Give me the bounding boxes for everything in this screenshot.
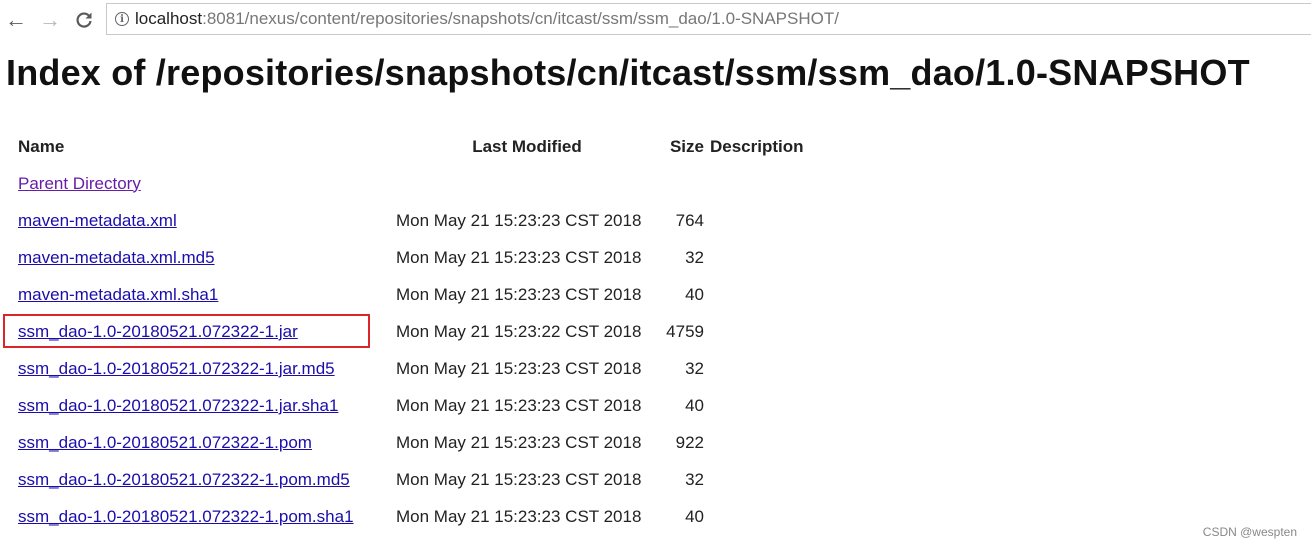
last-modified-cell: Mon May 21 15:23:23 CST 2018: [396, 432, 642, 452]
last-modified-cell: Mon May 21 15:23:23 CST 2018: [396, 469, 642, 489]
table-row: maven-metadata.xml.sha1 Mon May 21 15:23…: [18, 276, 804, 313]
arrow-left-icon[interactable]: ←: [2, 6, 30, 34]
info-icon[interactable]: i: [115, 12, 129, 26]
file-link-jar[interactable]: ssm_dao-1.0-20180521.072322-1.jar: [18, 322, 298, 341]
last-modified-cell: Mon May 21 15:23:23 CST 2018: [396, 506, 642, 526]
reload-icon[interactable]: [70, 6, 98, 34]
table-row: maven-metadata.xml.md5 Mon May 21 15:23:…: [18, 239, 804, 276]
last-modified-cell: Mon May 21 15:23:23 CST 2018: [396, 358, 642, 378]
table-row: ssm_dao-1.0-20180521.072322-1.pom.md5 Mo…: [18, 461, 804, 498]
last-modified-cell: Mon May 21 15:23:22 CST 2018: [396, 321, 642, 341]
table-row: ssm_dao-1.0-20180521.072322-1.jar.sha1 M…: [18, 387, 804, 424]
arrow-right-icon[interactable]: →: [36, 6, 64, 34]
file-link[interactable]: ssm_dao-1.0-20180521.072322-1.jar.sha1: [18, 396, 338, 415]
file-link[interactable]: ssm_dao-1.0-20180521.072322-1.pom: [18, 433, 312, 452]
address-bar[interactable]: i localhost:8081/nexus/content/repositor…: [106, 3, 1311, 35]
url-text: localhost:8081/nexus/content/repositorie…: [135, 9, 839, 29]
table-row: ssm_dao-1.0-20180521.072322-1.pom.sha1 M…: [18, 498, 804, 535]
size-cell: 922: [675, 432, 704, 452]
page-title: Index of /repositories/snapshots/cn/itca…: [6, 52, 1250, 93]
size-cell: 32: [685, 358, 704, 378]
file-link[interactable]: ssm_dao-1.0-20180521.072322-1.jar.md5: [18, 359, 335, 378]
url-host: localhost: [135, 9, 203, 28]
file-link[interactable]: maven-metadata.xml.sha1: [18, 285, 218, 304]
column-header-size: Size: [669, 136, 704, 156]
file-link[interactable]: maven-metadata.xml: [18, 211, 177, 230]
table-row-parent: Parent Directory: [18, 165, 804, 202]
column-header-last-modified: Last Modified: [472, 136, 582, 156]
watermark: CSDN @wespten: [1202, 525, 1297, 539]
file-link[interactable]: ssm_dao-1.0-20180521.072322-1.pom.sha1: [18, 507, 354, 526]
size-cell: 32: [685, 469, 704, 489]
table-row: ssm_dao-1.0-20180521.072322-1.pom Mon Ma…: [18, 424, 804, 461]
file-link[interactable]: maven-metadata.xml.md5: [18, 248, 215, 267]
size-cell: 40: [685, 506, 704, 526]
size-cell: 764: [675, 210, 704, 230]
parent-directory-link[interactable]: Parent Directory: [18, 174, 141, 193]
file-link[interactable]: ssm_dao-1.0-20180521.072322-1.pom.md5: [18, 470, 350, 489]
column-header-description: Description: [710, 136, 804, 156]
size-cell: 32: [685, 247, 704, 267]
table-header-row: Name Last Modified Size Description: [18, 128, 804, 165]
table-row: ssm_dao-1.0-20180521.072322-1.jar.md5 Mo…: [18, 350, 804, 387]
url-path: :8081/nexus/content/repositories/snapsho…: [202, 9, 839, 28]
last-modified-cell: Mon May 21 15:23:23 CST 2018: [396, 247, 642, 267]
table-row: maven-metadata.xml Mon May 21 15:23:23 C…: [18, 202, 804, 239]
last-modified-cell: Mon May 21 15:23:23 CST 2018: [396, 210, 642, 230]
size-cell: 40: [685, 395, 704, 415]
column-header-name: Name: [18, 136, 65, 156]
size-cell: 4759: [666, 321, 704, 341]
last-modified-cell: Mon May 21 15:23:23 CST 2018: [396, 395, 642, 415]
size-cell: 40: [685, 284, 704, 304]
directory-listing-table: Name Last Modified Size Description Pare…: [12, 128, 810, 535]
last-modified-cell: Mon May 21 15:23:23 CST 2018: [396, 284, 642, 304]
browser-toolbar: ← → i localhost:8081/nexus/content/repos…: [0, 0, 1311, 40]
reload-icon-glyph: [76, 12, 92, 28]
table-row-highlighted: ssm_dao-1.0-20180521.072322-1.jar Mon Ma…: [18, 313, 804, 350]
